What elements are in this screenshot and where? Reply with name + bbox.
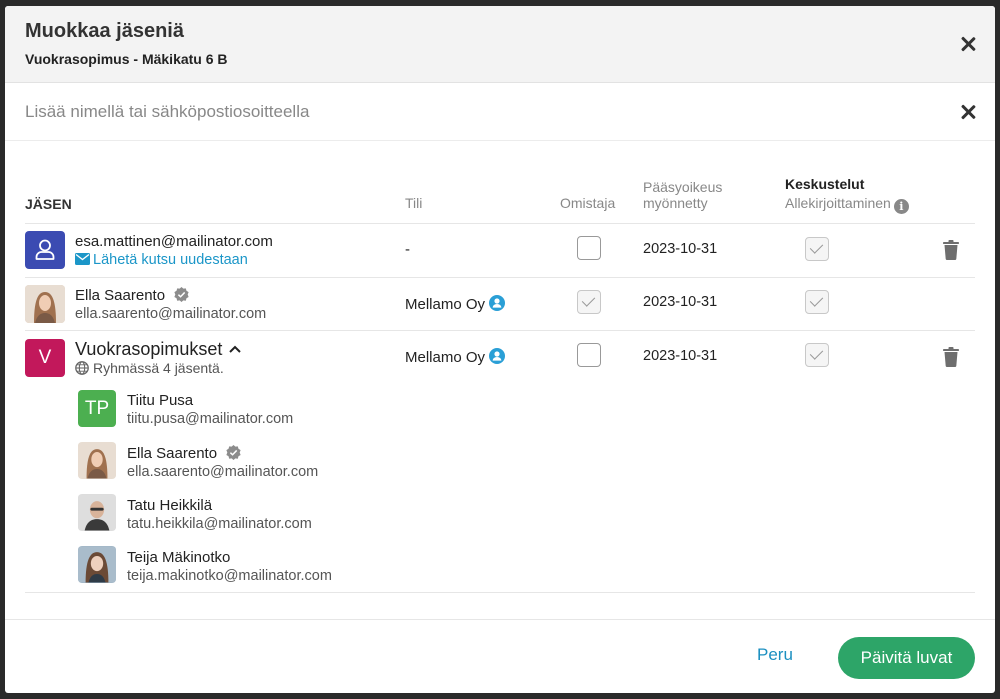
profile-photo-icon <box>78 494 116 531</box>
group-member-count: Ryhmässä 4 jäsentä. <box>75 360 224 376</box>
info-icon[interactable]: i <box>893 199 909 214</box>
avatar-tiitu-pusa: TP <box>78 390 116 427</box>
member-email: ella.saarento@mailinator.com <box>75 306 267 322</box>
group-member-email: tatu.heikkila@mailinator.com <box>127 516 312 532</box>
delete-member-icon[interactable] <box>942 347 960 367</box>
clear-search-icon[interactable] <box>958 102 978 122</box>
member-name: Ella Saarento <box>75 287 189 304</box>
verified-badge-icon <box>226 445 241 460</box>
avatar-tatu-heikkila <box>78 494 116 531</box>
avatar-ella-saarento <box>78 442 116 479</box>
group-count-text: Ryhmässä 4 jäsentä. <box>93 360 224 376</box>
member-email: esa.mattinen@mailinator.com <box>75 233 273 250</box>
header-divider <box>25 223 975 224</box>
access-date: 2023-10-31 <box>643 348 718 364</box>
owner-checkbox <box>577 290 601 314</box>
access-date: 2023-10-31 <box>643 241 718 257</box>
group-member-name-text: Ella Saarento <box>127 445 218 462</box>
group-name: Vuokrasopimukset <box>75 339 223 359</box>
profile-photo-icon <box>78 442 116 479</box>
signing-checkbox <box>805 237 829 261</box>
search-input[interactable] <box>25 97 925 127</box>
account-user-icon <box>489 348 506 364</box>
header-access-granted: Pääsyoikeus myönnetty <box>643 179 722 211</box>
profile-photo-icon <box>25 285 65 323</box>
header-account: Tili <box>405 195 423 211</box>
account-name: Mellamo Oy <box>405 349 486 366</box>
avatar-pending-user <box>25 231 65 269</box>
avatar-group: V <box>25 339 65 377</box>
header-access-line1: Pääsyoikeus <box>643 179 723 195</box>
group-member-name: Tiitu Pusa <box>127 392 194 409</box>
header-owner: Omistaja <box>560 195 616 211</box>
envelope-icon <box>75 253 90 265</box>
add-member-search <box>5 83 995 141</box>
chevron-up-icon <box>229 345 242 353</box>
group-member-email: ella.saarento@mailinator.com <box>127 464 319 480</box>
access-date: 2023-10-31 <box>643 294 718 310</box>
account-user-icon <box>489 295 506 311</box>
delete-member-icon[interactable] <box>942 240 960 260</box>
header-discussions: Keskustelut <box>785 176 865 192</box>
user-icon <box>35 239 55 260</box>
group-name-toggle[interactable]: Vuokrasopimukset <box>75 339 242 360</box>
modal-header: Muokkaa jäseniä Vuokrasopimus - Mäkikatu… <box>5 6 995 83</box>
modal-footer: Peru Päivitä luvat <box>5 619 995 693</box>
update-permissions-button[interactable]: Päivitä luvat <box>838 637 975 679</box>
close-modal-icon[interactable] <box>958 34 978 54</box>
row-divider <box>25 277 975 278</box>
resend-invite-link[interactable]: Lähetä kutsu uudestaan <box>75 252 248 268</box>
account-cell: Mellamo Oy <box>405 348 506 366</box>
owner-checkbox[interactable] <box>577 236 601 260</box>
cancel-button[interactable]: Peru <box>757 645 793 665</box>
header-member: JÄSEN <box>25 196 72 212</box>
account-cell: Mellamo Oy <box>405 295 506 313</box>
signing-checkbox <box>805 290 829 314</box>
row-divider <box>25 330 975 331</box>
modal-title: Muokkaa jäseniä <box>25 20 184 42</box>
edit-members-modal: Muokkaa jäseniä Vuokrasopimus - Mäkikatu… <box>5 6 995 693</box>
header-signing-label: Allekirjoittaminen <box>785 195 891 211</box>
group-member-email: teija.makinotko@mailinator.com <box>127 568 332 584</box>
group-member-email: tiitu.pusa@mailinator.com <box>127 411 294 427</box>
header-signing: Allekirjoittaminen i <box>785 195 909 214</box>
member-name-text: Ella Saarento <box>75 287 166 304</box>
modal-subtitle: Vuokrasopimus - Mäkikatu 6 B <box>25 51 228 67</box>
verified-badge-icon <box>174 287 189 302</box>
header-access-line2: myönnetty <box>643 195 708 211</box>
account-name: Mellamo Oy <box>405 296 486 313</box>
table-bottom-divider <box>25 592 975 593</box>
group-member-name: Ella Saarento <box>127 445 241 462</box>
signing-checkbox <box>805 343 829 367</box>
avatar-teija-makinotko <box>78 546 116 583</box>
group-member-name: Tatu Heikkilä <box>127 497 213 514</box>
avatar-ella-saarento <box>25 285 65 323</box>
group-member-name: Teija Mäkinotko <box>127 549 231 566</box>
account-cell: - <box>405 241 410 258</box>
globe-icon <box>75 361 89 375</box>
owner-checkbox[interactable] <box>577 343 601 367</box>
profile-photo-icon <box>78 546 116 583</box>
resend-invite-label: Lähetä kutsu uudestaan <box>93 252 248 268</box>
